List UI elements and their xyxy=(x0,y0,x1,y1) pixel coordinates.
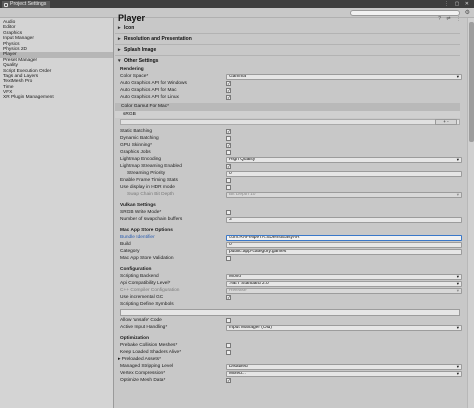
section-splash[interactable]: ▸ Splash Image xyxy=(118,47,156,54)
player-settings-panel: Player ? ⇌ ⋮ ▸ Icon ▸ Resolution and Prese… xyxy=(115,12,467,408)
lightmap-streaming-checkbox[interactable]: ✓ xyxy=(226,164,231,169)
static-batching-label: Static Batching xyxy=(120,129,152,134)
divider xyxy=(115,55,460,56)
frame-timing-checkbox[interactable] xyxy=(226,178,231,183)
static-batching-checkbox[interactable]: ✓ xyxy=(226,129,231,134)
optimize-mesh-label: Optimize Mesh Data* xyxy=(120,378,166,383)
scripting-symbols-input[interactable] xyxy=(120,309,460,316)
tab-title: Project Settings xyxy=(10,1,47,7)
preloaded-assets-foldout[interactable]: ▸ Preloaded Assets* xyxy=(118,357,161,363)
optimize-mesh-checkbox[interactable]: ✓ xyxy=(226,378,231,383)
vertex-compression-dropdown[interactable]: Mixed... xyxy=(226,371,462,377)
stripping-level-dropdown[interactable]: Disabled xyxy=(226,364,462,370)
color-gamut-item-srgb[interactable]: sRGB xyxy=(115,111,460,118)
swap-chain-dropdown[interactable]: Bit Depth 10 xyxy=(226,192,462,198)
configuration-header: Configuration xyxy=(120,267,152,272)
dynamic-batching-label: Dynamic Batching xyxy=(120,136,159,141)
auto-graphics-mac-label: Auto Graphics API for Mac xyxy=(120,88,177,93)
frame-timing-label: Enable Frame Timing Stats xyxy=(120,178,178,183)
window-controls[interactable]: ⋮ ▢ ✕ xyxy=(444,1,471,7)
incremental-gc-checkbox[interactable]: ✓ xyxy=(226,295,231,300)
mac-app-store-header: Mac App Store Options xyxy=(120,228,173,233)
swap-chain-label: Swap Chain Bit Depth xyxy=(127,192,174,197)
color-gamut-list xyxy=(120,119,460,125)
swapchain-buffers-label: Number of swapchain buffers xyxy=(120,217,183,222)
keep-shaders-checkbox[interactable] xyxy=(226,350,231,355)
divider xyxy=(115,33,460,34)
vulkan-header: Vulkan Settings xyxy=(120,203,156,208)
bundle-id-label: Bundle Identifier xyxy=(120,235,155,240)
build-label: Build xyxy=(120,242,131,247)
gpu-skinning-checkbox[interactable]: ✓ xyxy=(226,143,231,148)
swapchain-buffers-input[interactable]: 3 xyxy=(226,217,462,223)
section-resolution[interactable]: ▸ Resolution and Presentation xyxy=(118,36,192,43)
srgb-write-label: SRGB Write Mode* xyxy=(120,210,162,215)
auto-graphics-windows-label: Auto Graphics API for Windows xyxy=(120,81,187,86)
section-icon[interactable]: ▸ Icon xyxy=(118,25,134,32)
sidebar-item-xr-plugin-management[interactable]: XR Plugin Management xyxy=(0,95,113,100)
auto-graphics-mac-checkbox[interactable]: ✓ xyxy=(226,88,231,93)
gpu-skinning-label: GPU Skinning* xyxy=(120,143,152,148)
divider xyxy=(115,44,460,45)
graphics-jobs-checkbox[interactable] xyxy=(226,150,231,155)
active-input-dropdown[interactable]: Input Manager (Old) xyxy=(226,325,462,331)
cpp-config-label: C++ Compiler Configuration xyxy=(120,288,180,293)
page-title: Player xyxy=(118,13,146,23)
auto-graphics-windows-checkbox[interactable]: ✓ xyxy=(226,81,231,86)
section-other-settings[interactable]: ▾ Other Settings xyxy=(118,58,158,65)
lightmap-encoding-label: Lightmap Encoding xyxy=(120,157,162,162)
prebake-checkbox[interactable] xyxy=(226,343,231,348)
lightmap-streaming-label: Lightmap Streaming Enabled xyxy=(120,164,182,169)
streaming-priority-input[interactable]: 0 xyxy=(226,171,462,177)
graphics-jobs-label: Graphics Jobs xyxy=(120,150,151,155)
allow-unsafe-checkbox[interactable] xyxy=(226,318,231,323)
cpp-config-dropdown[interactable]: Release xyxy=(226,288,462,294)
dynamic-batching-checkbox[interactable] xyxy=(226,136,231,141)
stripping-level-label: Managed Stripping Level xyxy=(120,364,174,369)
hdr-display-checkbox[interactable] xyxy=(226,185,231,190)
hdr-display-label: Use display in HDR mode xyxy=(120,185,175,190)
auto-graphics-linux-label: Auto Graphics API for Linux xyxy=(120,95,179,100)
rendering-header: Rendering xyxy=(120,67,144,72)
tab-project-settings[interactable]: Project Settings xyxy=(2,1,50,8)
help-icons[interactable]: ? ⇌ ⋮ xyxy=(438,16,463,22)
scripting-backend-label: Scripting Backend xyxy=(120,274,159,279)
incremental-gc-label: Use incremental GC xyxy=(120,295,164,300)
allow-unsafe-label: Allow 'unsafe' Code xyxy=(120,318,162,323)
settings-icon xyxy=(4,2,8,7)
receipt-validation-label: Mac App Store Validation xyxy=(120,256,174,261)
streaming-priority-label: Streaming Priority xyxy=(127,171,166,176)
list-add-remove-buttons[interactable]: + - xyxy=(435,119,457,125)
window-titlebar: Project Settings ⋮ ▢ ✕ xyxy=(0,0,474,8)
active-input-label: Active Input Handling* xyxy=(120,325,168,330)
scrollbar[interactable] xyxy=(467,18,474,408)
build-input[interactable]: 0 xyxy=(226,242,462,248)
scrollbar-thumb[interactable] xyxy=(469,22,474,142)
scripting-symbols-label: Scripting Define Symbols xyxy=(120,302,174,307)
keep-shaders-label: Keep Loaded Shaders Alive* xyxy=(120,350,182,355)
vertex-compression-label: Vertex Compression* xyxy=(120,371,166,376)
color-space-dropdown[interactable]: Gamma xyxy=(226,74,462,80)
bundle-id-input[interactable]: com.RAFelipeTA.SDemoEasyAR xyxy=(226,235,462,241)
auto-graphics-linux-checkbox[interactable]: ✓ xyxy=(226,95,231,100)
receipt-validation-checkbox[interactable] xyxy=(226,256,231,261)
category-input[interactable]: public.app-category.games xyxy=(226,249,462,255)
category-label: Category xyxy=(120,249,140,254)
api-compat-label: Api Compatibility Level* xyxy=(120,281,171,286)
prebake-label: Prebake Collision Meshes* xyxy=(120,343,178,348)
lightmap-encoding-dropdown[interactable]: High Quality xyxy=(226,157,462,163)
sidebar: Audio Editor Graphics Input Manager Phys… xyxy=(0,18,114,408)
optimization-header: Optimization xyxy=(120,336,150,341)
srgb-write-checkbox[interactable] xyxy=(226,210,231,215)
scripting-backend-dropdown[interactable]: Mono xyxy=(226,274,462,280)
color-gamut-list-header: Color Gamut For Mac* xyxy=(115,103,460,111)
color-space-label: Color Space* xyxy=(120,74,149,79)
api-compat-dropdown[interactable]: .NET Standard 2.0 xyxy=(226,281,462,287)
